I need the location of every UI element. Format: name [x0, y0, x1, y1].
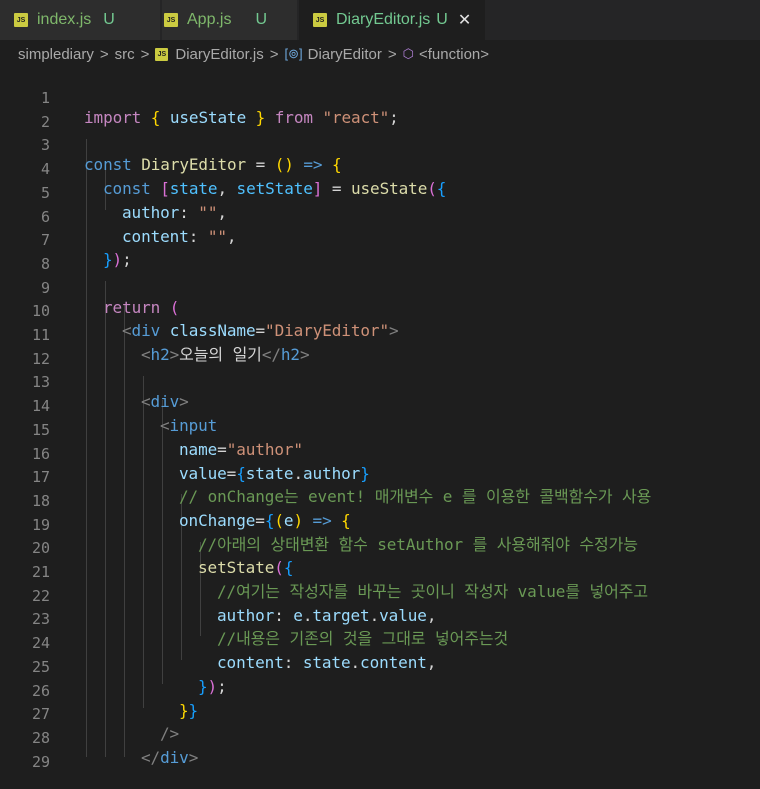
symbol-variable-icon: [⊚]	[284, 46, 303, 61]
code-line: 13 <div>	[0, 352, 745, 411]
vertical-scrollbar[interactable]	[745, 40, 760, 757]
chevron-right-icon: >	[269, 45, 279, 63]
code-line: 26 }}	[0, 661, 745, 720]
untracked-status-badge: U	[103, 11, 115, 28]
untracked-status-badge: U	[255, 11, 268, 28]
code-line: 20 setState({	[0, 518, 745, 577]
tab-label: DiaryEditor.js	[336, 11, 431, 28]
chevron-right-icon: >	[140, 45, 150, 63]
javascript-file-icon: JS	[14, 13, 28, 27]
code-line: 8	[0, 234, 745, 273]
code-line: 19 //아래의 상태변환 함수 setAuthor 를 사용해줘야 수정가능	[0, 495, 745, 554]
breadcrumb-folder-simplediary[interactable]: simplediary	[18, 46, 94, 63]
code-editor[interactable]: 1 import { useState } from "react"; 2 3 …	[0, 68, 745, 771]
code-line: 4 const [state, setState] = useState({	[0, 139, 745, 198]
code-line: 15 name="author"	[0, 400, 745, 459]
tab-index-js[interactable]: JS index.js U	[0, 0, 160, 40]
code-line: 2	[0, 92, 745, 131]
code-line: 25 });	[0, 637, 745, 696]
untracked-status-badge: U	[436, 11, 448, 28]
tab-app-js[interactable]: JS App.js U	[162, 0, 297, 40]
code-line: 6 content: "",	[0, 187, 745, 246]
code-line: 9 return (	[0, 258, 745, 317]
code-line: 3 const DiaryEditor = () => {	[0, 115, 745, 174]
code-line: 23 //내용은 기존의 것을 그대로 넣어주는것	[0, 589, 745, 648]
breadcrumb: simplediary > src > JS DiaryEditor.js > …	[0, 40, 760, 68]
code-line: 27 />	[0, 684, 745, 743]
tab-label: App.js	[187, 11, 232, 28]
close-tab-icon[interactable]: ✕	[458, 10, 471, 30]
code-line: 12	[0, 329, 745, 368]
code-line: 7 });	[0, 210, 745, 269]
code-line: 24 content: state.content,	[0, 613, 745, 672]
code-line: 29	[0, 732, 745, 771]
chevron-right-icon: >	[99, 45, 109, 63]
code-line: 28 </div>	[0, 708, 745, 767]
code-line: 16 value={state.author}	[0, 424, 745, 483]
line-number: 29	[31, 752, 50, 771]
javascript-file-icon: JS	[164, 13, 178, 27]
code-line: 21 //여기는 작성자를 바꾸는 곳이니 작성자 value를 넣어주고	[0, 542, 745, 601]
code-line: 5 author: "",	[0, 163, 745, 222]
breadcrumb-folder-src[interactable]: src	[115, 46, 135, 63]
code-line: 1 import { useState } from "react";	[0, 68, 745, 127]
tab-label: index.js	[37, 11, 92, 28]
breadcrumb-function[interactable]: <function>	[419, 46, 489, 63]
javascript-file-icon: JS	[313, 13, 327, 27]
code-line: 11 <h2>오늘의 일기</h2>	[0, 305, 745, 364]
code-line: 10 <div className="DiaryEditor">	[0, 281, 745, 340]
code-line: 22 author: e.target.value,	[0, 566, 745, 625]
code-line: 17 // onChange는 event! 매개변수 e 를 이용한 콜백함수…	[0, 447, 745, 506]
javascript-file-icon: JS	[155, 47, 169, 61]
code-line: 18 onChange={(e) => {	[0, 471, 745, 530]
breadcrumb-file[interactable]: DiaryEditor.js	[175, 46, 263, 63]
tab-diaryeditor-js[interactable]: JS DiaryEditor.js U ✕	[299, 0, 485, 40]
chevron-right-icon: >	[387, 45, 397, 63]
editor-tab-bar: JS index.js U JS App.js U JS DiaryEditor…	[0, 0, 760, 40]
symbol-method-icon: ⬡	[402, 46, 414, 61]
breadcrumb-symbol[interactable]: DiaryEditor	[308, 46, 382, 63]
code-line: 14 <input	[0, 376, 745, 435]
